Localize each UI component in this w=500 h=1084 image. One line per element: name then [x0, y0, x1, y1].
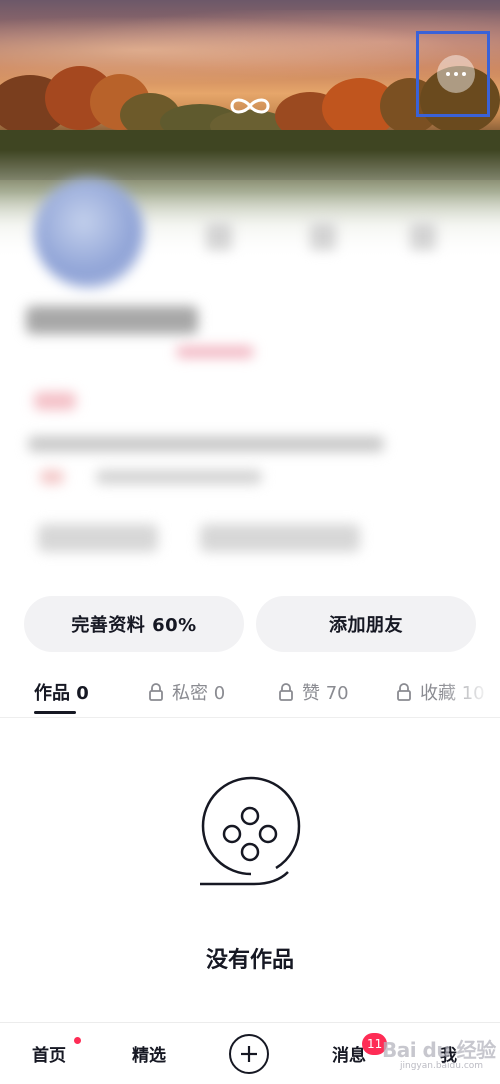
avatar[interactable] [34, 178, 144, 288]
add-friends-button[interactable]: 添加朋友 [256, 596, 476, 652]
nav-home[interactable]: 首页 [32, 1041, 66, 1066]
tab-overflow-fade [440, 666, 500, 716]
tab-private[interactable]: 私密 0 [148, 666, 226, 717]
baidu-watermark: Bai du 经验 [382, 1038, 496, 1062]
notification-dot [74, 1037, 81, 1044]
create-button[interactable] [229, 1034, 269, 1074]
active-tab-indicator [34, 711, 76, 714]
stat-following[interactable] [206, 222, 232, 250]
empty-state-message: 没有作品 [205, 948, 294, 973]
tutorial-highlight-box [416, 31, 490, 117]
infinity-logo-icon [230, 98, 270, 114]
profile-name [26, 306, 198, 334]
plus-icon [241, 1046, 257, 1062]
profile-bio-line [96, 470, 262, 484]
lock-icon [149, 683, 163, 701]
nav-messages[interactable]: 消息 [332, 1041, 366, 1066]
profile-tag [34, 392, 76, 410]
tab-label: 作品 0 [34, 683, 89, 704]
tab-label: 私密 0 [172, 683, 226, 704]
tab-likes[interactable]: 赞 70 [278, 666, 349, 717]
baidu-watermark-url: jingyan.baidu.com [400, 1061, 484, 1071]
profile-bio-icon [40, 470, 64, 484]
stat-followers[interactable] [310, 222, 336, 250]
stat-likes[interactable] [410, 222, 436, 250]
lock-icon [279, 683, 293, 701]
film-reel-icon [200, 776, 301, 886]
profile-chip[interactable] [38, 524, 158, 552]
complete-profile-button[interactable]: 完善资料 60% [24, 596, 244, 652]
tab-label: 赞 70 [302, 683, 349, 704]
profile-chip[interactable] [200, 524, 360, 552]
profile-id [176, 346, 254, 358]
profile-bio [28, 436, 384, 452]
nav-featured[interactable]: 精选 [132, 1041, 166, 1066]
lock-icon [397, 683, 411, 701]
